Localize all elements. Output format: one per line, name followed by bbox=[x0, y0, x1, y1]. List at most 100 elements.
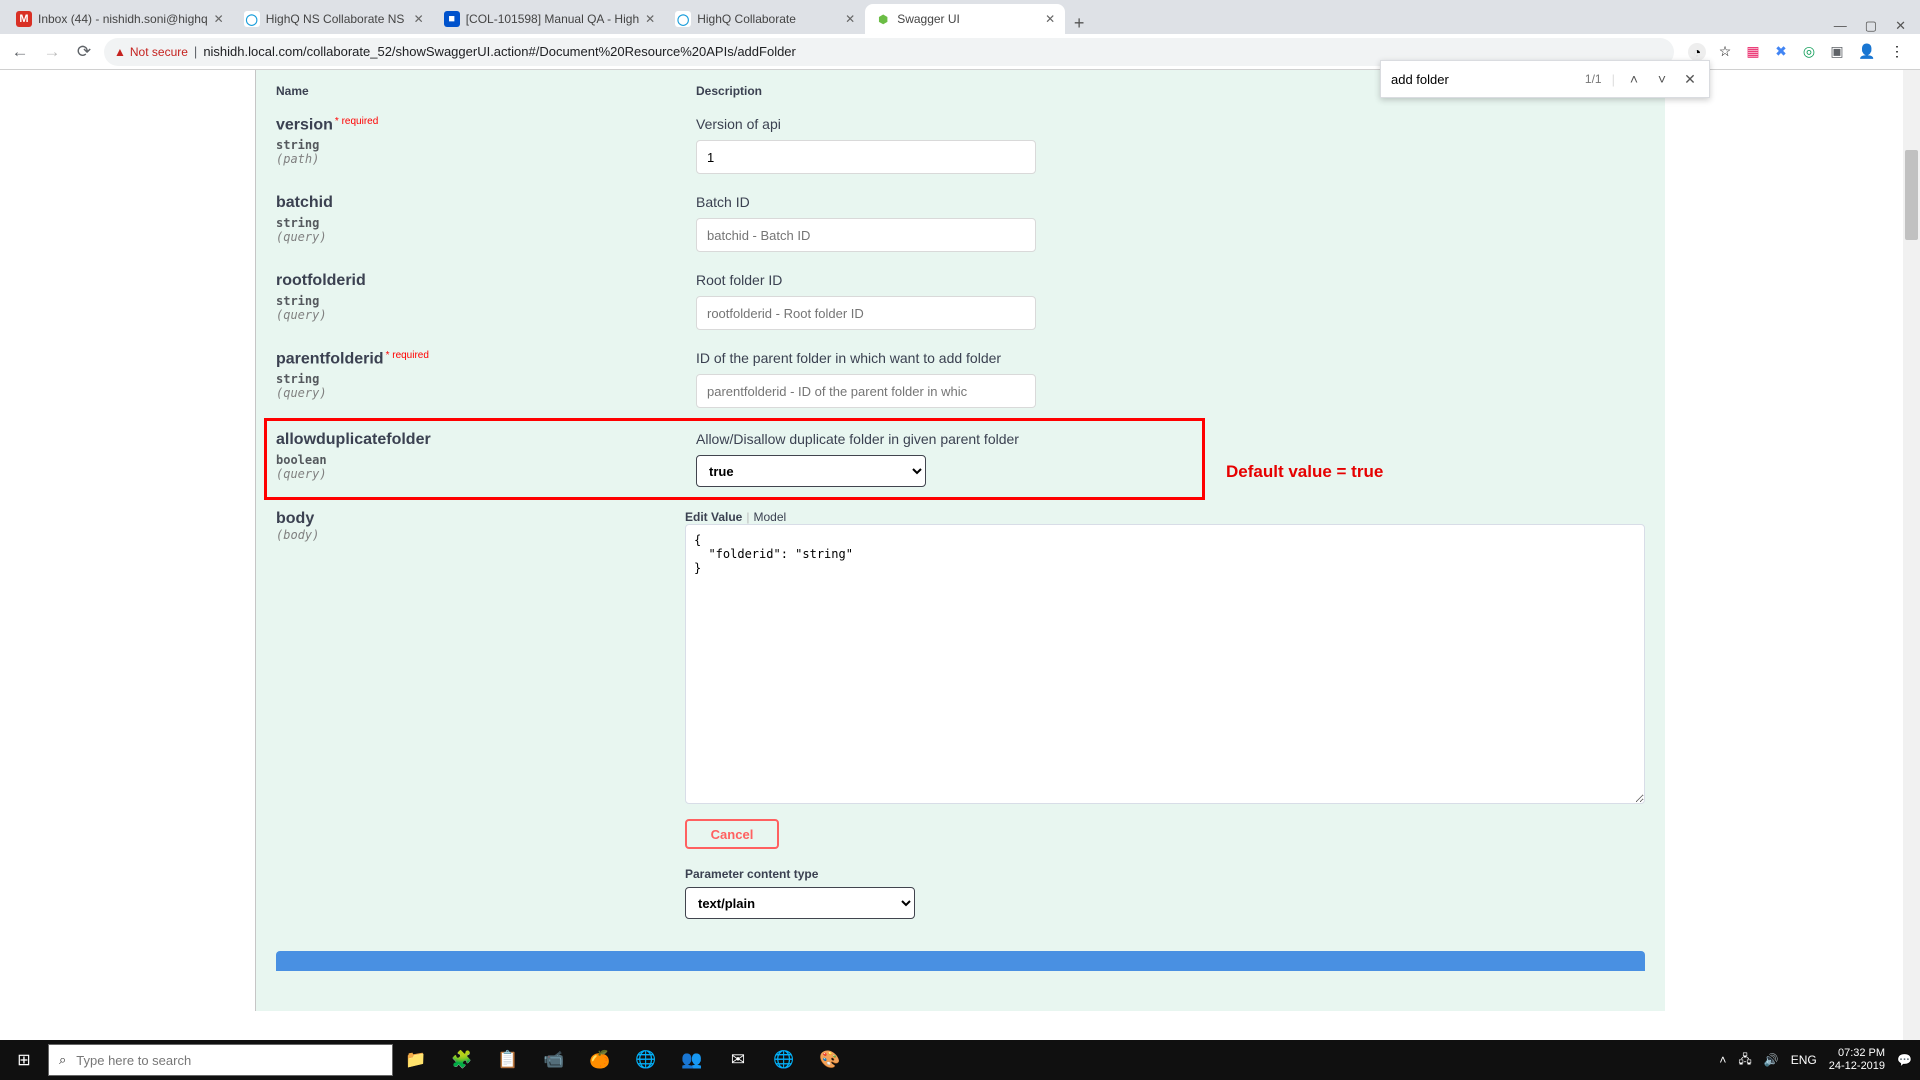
taskbar-app-icon[interactable]: 📋 bbox=[485, 1040, 531, 1080]
param-description: Version of api bbox=[696, 116, 1645, 132]
browser-tab[interactable]: ◯ HighQ Collaborate ✕ bbox=[665, 4, 865, 34]
param-name: rootfolderid bbox=[276, 272, 366, 289]
taskbar-app-icon[interactable]: 🌐 bbox=[623, 1040, 669, 1080]
url-text: nishidh.local.com/collaborate_52/showSwa… bbox=[203, 44, 796, 59]
taskbar-app-icon[interactable]: 🧩 bbox=[439, 1040, 485, 1080]
tab-close-icon[interactable]: ✕ bbox=[845, 12, 855, 26]
column-header-name: Name bbox=[276, 84, 696, 98]
param-description: ID of the parent folder in which want to… bbox=[696, 350, 1645, 366]
param-description: Allow/Disallow duplicate folder in given… bbox=[696, 431, 1202, 447]
param-row-batchid: batchidstring(query)Batch ID bbox=[276, 184, 1645, 262]
tab-close-icon[interactable]: ✕ bbox=[645, 12, 655, 26]
param-in: (query) bbox=[276, 308, 696, 322]
minimize-button[interactable]: — bbox=[1834, 18, 1847, 34]
find-count: 1/1 bbox=[1585, 72, 1602, 86]
browser-tab[interactable]: ⬢Swagger UI✕ bbox=[865, 4, 1065, 34]
nav-reload-button[interactable]: ⟳ bbox=[72, 42, 96, 62]
security-warning[interactable]: ▲ Not secure bbox=[114, 45, 188, 59]
param-name: parentfolderid bbox=[276, 350, 384, 367]
ext-icon-4[interactable]: ◎ bbox=[1800, 43, 1818, 61]
cancel-button[interactable]: Cancel bbox=[685, 819, 779, 849]
system-tray: ˄ 🖧 🔊 ENG 07:32 PM 24-12-2019 💬 bbox=[1711, 1047, 1920, 1073]
tab-favicon: ◯ bbox=[675, 11, 691, 27]
edit-value-tab[interactable]: Edit Value bbox=[685, 510, 742, 524]
param-type: string bbox=[276, 372, 696, 386]
taskbar-app-icon[interactable]: ✉ bbox=[715, 1040, 761, 1080]
taskbar-search[interactable]: ⌕ Type here to search bbox=[48, 1044, 393, 1076]
ext-icon-1[interactable]: ◔ bbox=[1688, 43, 1706, 61]
new-tab-button[interactable]: + bbox=[1065, 13, 1093, 34]
taskbar-app-icon[interactable]: 🍊 bbox=[577, 1040, 623, 1080]
warning-icon: ▲ bbox=[114, 45, 126, 59]
ext-icon-3[interactable]: ✖ bbox=[1772, 43, 1790, 61]
param-in: (body) bbox=[276, 528, 685, 542]
param-row-allowduplicatefolder: allowduplicatefolder boolean(query) Allow/… bbox=[264, 418, 1205, 500]
find-prev-button[interactable]: ˄ bbox=[1625, 71, 1643, 87]
param-input-rootfolderid[interactable] bbox=[696, 296, 1036, 330]
execute-button-bar[interactable] bbox=[276, 951, 1645, 971]
param-type: string bbox=[276, 138, 696, 152]
taskbar-app-icon[interactable]: 🌐 bbox=[761, 1040, 807, 1080]
tray-overflow-icon[interactable]: ˄ bbox=[1719, 1053, 1726, 1067]
maximize-button[interactable]: ▢ bbox=[1865, 18, 1877, 34]
find-close-button[interactable]: ✕ bbox=[1681, 71, 1699, 88]
tray-volume-icon[interactable]: 🔊 bbox=[1764, 1053, 1779, 1067]
taskbar-app-icon[interactable]: 👥 bbox=[669, 1040, 715, 1080]
warning-text: Not secure bbox=[130, 45, 188, 59]
param-in: (query) bbox=[276, 386, 696, 400]
tray-clock[interactable]: 07:32 PM 24-12-2019 bbox=[1829, 1047, 1885, 1073]
ext-icon-5[interactable]: ▣ bbox=[1828, 43, 1846, 61]
close-window-button[interactable]: ✕ bbox=[1895, 18, 1906, 34]
param-type: boolean bbox=[276, 453, 696, 467]
nav-forward-button[interactable]: → bbox=[40, 42, 64, 62]
taskbar-app-icon[interactable]: 📁 bbox=[393, 1040, 439, 1080]
page-viewport: Name Description version* requiredstring… bbox=[0, 70, 1920, 1040]
find-input[interactable] bbox=[1391, 72, 1575, 87]
body-textarea[interactable]: { "folderid": "string" } bbox=[685, 524, 1645, 804]
param-select-allowduplicatefolder[interactable]: true bbox=[696, 455, 926, 487]
tray-language[interactable]: ENG bbox=[1791, 1053, 1817, 1067]
ext-icon-2[interactable]: ▦ bbox=[1744, 43, 1762, 61]
param-input-parentfolderid[interactable] bbox=[696, 374, 1036, 408]
param-input-batchid[interactable] bbox=[696, 218, 1036, 252]
param-type: string bbox=[276, 216, 696, 230]
param-in: (query) bbox=[276, 467, 696, 481]
browser-tabstrip: MInbox (44) - nishidh.soni@highq✕◯HighQ … bbox=[0, 0, 1920, 34]
browser-tab[interactable]: ◯HighQ NS Collaborate NS✕ bbox=[234, 4, 434, 34]
windows-taskbar: ⊞ ⌕ Type here to search 📁🧩📋📹🍊🌐👥✉🌐🎨 ˄ 🖧 🔊… bbox=[0, 1040, 1920, 1080]
chrome-menu-icon[interactable]: ⋮ bbox=[1888, 43, 1906, 61]
bookmark-star-icon[interactable]: ☆ bbox=[1716, 43, 1734, 61]
tab-close-icon[interactable]: ✕ bbox=[214, 12, 224, 26]
find-next-button[interactable]: ˅ bbox=[1653, 71, 1671, 87]
param-name: allowduplicatefolder bbox=[276, 431, 431, 448]
parameter-content-type-label: Parameter content type bbox=[685, 867, 1645, 881]
taskbar-app-icon[interactable]: 📹 bbox=[531, 1040, 577, 1080]
param-name: body bbox=[276, 510, 314, 527]
tray-time: 07:32 PM bbox=[1829, 1047, 1885, 1060]
tab-close-icon[interactable]: ✕ bbox=[1045, 12, 1055, 26]
tray-network-icon[interactable]: 🖧 bbox=[1738, 1050, 1751, 1071]
param-description: Root folder ID bbox=[696, 272, 1645, 288]
nav-back-button[interactable]: ← bbox=[8, 42, 32, 62]
param-in: (path) bbox=[276, 152, 696, 166]
taskbar-search-placeholder: Type here to search bbox=[76, 1053, 191, 1068]
start-button[interactable]: ⊞ bbox=[0, 1050, 48, 1070]
browser-tab[interactable]: MInbox (44) - nishidh.soni@highq✕ bbox=[6, 4, 234, 34]
avatar-icon[interactable]: 👤 bbox=[1856, 43, 1878, 61]
param-name: batchid bbox=[276, 194, 333, 211]
browser-tab[interactable]: ■[COL-101598] Manual QA - High✕ bbox=[434, 4, 666, 34]
tab-title: HighQ Collaborate bbox=[697, 12, 839, 26]
tray-notifications-icon[interactable]: 💬 bbox=[1897, 1053, 1912, 1067]
tab-title: Inbox (44) - nishidh.soni@highq bbox=[38, 12, 208, 26]
parameter-content-type-select[interactable]: text/plain bbox=[685, 887, 915, 919]
param-input-version[interactable] bbox=[696, 140, 1036, 174]
tab-close-icon[interactable]: ✕ bbox=[414, 12, 424, 26]
annotation-default-value: Default value = true bbox=[1226, 462, 1383, 482]
search-icon: ⌕ bbox=[59, 1052, 66, 1068]
param-row-version: version* requiredstring(path)Version of … bbox=[276, 106, 1645, 184]
param-row-body: body(body)Edit Value|Model{ "folderid": … bbox=[276, 500, 1645, 929]
model-tab[interactable]: Model bbox=[753, 510, 786, 524]
taskbar-apps: 📁🧩📋📹🍊🌐👥✉🌐🎨 bbox=[393, 1040, 853, 1080]
taskbar-app-icon[interactable]: 🎨 bbox=[807, 1040, 853, 1080]
swagger-parameters-panel: Name Description version* requiredstring… bbox=[255, 70, 1665, 1011]
